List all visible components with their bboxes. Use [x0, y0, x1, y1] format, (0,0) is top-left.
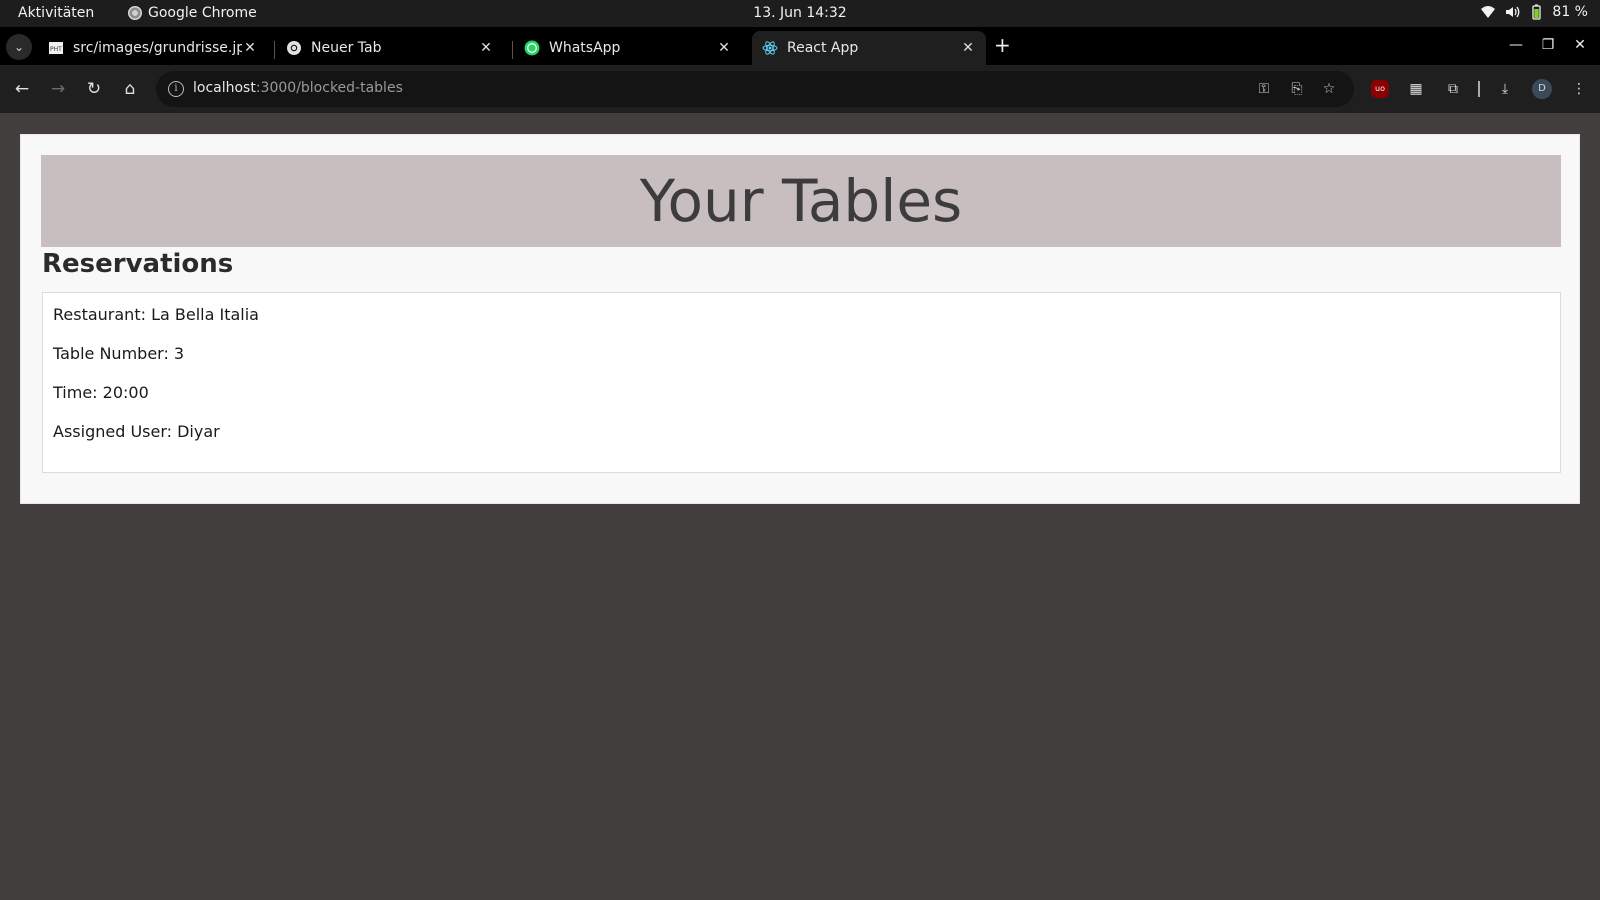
reservation-restaurant: Restaurant: La Bella Italia	[53, 305, 259, 324]
header-banner: Your Tables	[41, 155, 1561, 247]
calendar-extension-icon[interactable]: ▦	[1405, 78, 1427, 100]
wifi-icon	[1481, 6, 1496, 18]
tab-strip: ⌄ PHT src/images/grundrisse.jpg ✕ Neuer …	[0, 27, 1600, 65]
activities-button[interactable]: Aktivitäten	[18, 5, 94, 21]
download-icon[interactable]: ⤓	[1494, 78, 1516, 100]
password-key-icon[interactable]: ⚿	[1255, 80, 1273, 98]
reservation-card: Restaurant: La Bella Italia Table Number…	[42, 292, 1561, 473]
tab-search-button[interactable]: ⌄	[6, 34, 32, 60]
page-title: Your Tables	[639, 167, 963, 235]
tab-title: Neuer Tab	[311, 40, 382, 56]
system-top-bar: Aktivitäten Google Chrome 13. Jun 14:32 …	[0, 0, 1600, 27]
close-tab-icon[interactable]: ✕	[716, 40, 732, 56]
restore-icon[interactable]: ❐	[1540, 37, 1556, 53]
ublock-label: uo	[1375, 84, 1385, 93]
tab-new-tab[interactable]: Neuer Tab ✕	[276, 31, 504, 65]
toolbar-separator	[1478, 81, 1480, 97]
url-path: :3000/blocked-tables	[255, 80, 403, 96]
home-icon[interactable]: ⌂	[120, 79, 140, 99]
tab-grundrisse[interactable]: PHT src/images/grundrisse.jpg ✕	[38, 31, 268, 65]
chrome-icon	[287, 41, 301, 55]
app-name: Google Chrome	[148, 5, 257, 21]
bookmark-star-icon[interactable]: ☆	[1320, 80, 1338, 98]
whatsapp-icon	[524, 40, 540, 56]
reservation-table-number: Table Number: 3	[53, 344, 185, 363]
app-menu[interactable]: Google Chrome	[128, 5, 257, 21]
minimize-icon[interactable]: —	[1508, 37, 1524, 53]
chrome-app-icon	[128, 6, 142, 20]
tab-title: WhatsApp	[549, 40, 621, 56]
profile-initial: D	[1538, 83, 1546, 94]
site-info-icon[interactable]: i	[168, 81, 184, 97]
close-tab-icon[interactable]: ✕	[478, 40, 494, 56]
address-bar[interactable]: i localhost:3000/blocked-tables ⚿ ⎘ ☆	[156, 71, 1354, 107]
tab-separator	[512, 41, 513, 59]
profile-avatar[interactable]: D	[1532, 79, 1552, 99]
reservation-time: Time: 20:00	[53, 383, 149, 402]
svg-text:PHT: PHT	[50, 46, 62, 53]
kebab-menu-icon[interactable]: ⋮	[1568, 78, 1590, 100]
tab-separator	[274, 41, 275, 59]
tab-title: React App	[787, 40, 859, 56]
close-window-icon[interactable]: ✕	[1572, 37, 1588, 53]
image-file-icon: PHT	[49, 42, 63, 54]
reload-icon[interactable]: ↻	[84, 79, 104, 99]
page-container: Your Tables Reservations Restaurant: La …	[20, 134, 1580, 504]
forward-icon[interactable]: →	[48, 79, 68, 99]
tab-title: src/images/grundrisse.jpg	[73, 40, 242, 56]
reservation-assigned-user: Assigned User: Diyar	[53, 422, 220, 441]
tab-react-app[interactable]: React App ✕	[752, 31, 986, 65]
install-app-icon[interactable]: ⎘	[1288, 80, 1306, 98]
react-icon	[762, 41, 778, 55]
volume-icon	[1506, 6, 1520, 18]
back-icon[interactable]: ←	[12, 79, 32, 99]
extensions-puzzle-icon[interactable]: ⧉	[1442, 78, 1464, 100]
system-tray[interactable]: 81 %	[1480, 4, 1588, 20]
close-tab-icon[interactable]: ✕	[960, 40, 976, 56]
browser-toolbar: ← → ↻ ⌂ i localhost:3000/blocked-tables …	[0, 65, 1600, 113]
url-host: localhost	[193, 80, 256, 96]
battery-icon	[1532, 4, 1542, 20]
reservations-heading: Reservations	[42, 249, 234, 279]
new-tab-button[interactable]: +	[994, 35, 1011, 55]
battery-percent: 81 %	[1552, 4, 1588, 20]
close-tab-icon[interactable]: ✕	[242, 40, 258, 56]
tab-whatsapp[interactable]: WhatsApp ✕	[514, 31, 742, 65]
ublock-extension-icon[interactable]: uo	[1371, 80, 1389, 98]
url-text[interactable]: localhost:3000/blocked-tables	[193, 80, 403, 96]
